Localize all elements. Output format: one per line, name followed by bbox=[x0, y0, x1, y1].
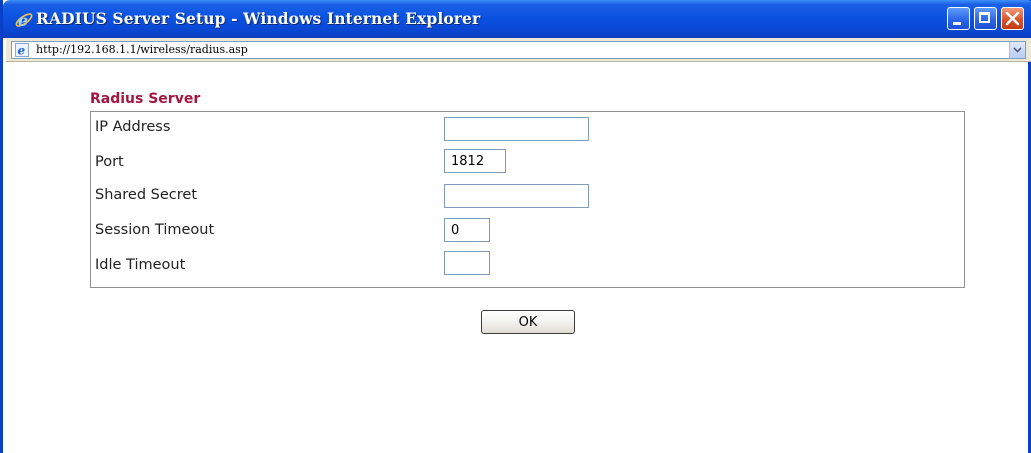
window-title: RADIUS Server Setup - Windows Internet E… bbox=[36, 9, 481, 28]
session-timeout-input[interactable] bbox=[444, 218, 490, 242]
ip-address-input[interactable] bbox=[444, 117, 589, 141]
port-input[interactable] bbox=[444, 149, 506, 173]
close-icon bbox=[1005, 11, 1020, 26]
shared-secret-input[interactable] bbox=[444, 184, 589, 208]
internet-explorer-icon: e bbox=[15, 11, 33, 30]
title-bar[interactable]: e RADIUS Server Setup - Windows Internet… bbox=[3, 0, 1031, 38]
url-text: http://192.168.1.1/wireless/radius.asp bbox=[36, 43, 248, 56]
maximize-button[interactable] bbox=[974, 7, 997, 30]
svg-text:e: e bbox=[18, 44, 26, 58]
svg-text:e: e bbox=[18, 11, 28, 30]
minimize-button[interactable] bbox=[947, 7, 970, 30]
chevron-down-icon bbox=[1013, 47, 1022, 53]
address-bar: e http://192.168.1.1/wireless/radius.asp bbox=[6, 38, 1031, 62]
address-field[interactable]: e http://192.168.1.1/wireless/radius.asp bbox=[11, 41, 1026, 59]
ie-page-icon: e bbox=[15, 43, 29, 57]
section-title: Radius Server bbox=[90, 91, 201, 107]
shared-secret-label: Shared Secret bbox=[95, 187, 198, 203]
idle-timeout-input[interactable] bbox=[444, 251, 490, 275]
session-timeout-label: Session Timeout bbox=[95, 222, 215, 238]
ok-button[interactable]: OK bbox=[481, 310, 575, 334]
ip-address-label: IP Address bbox=[95, 119, 171, 135]
port-label: Port bbox=[95, 154, 124, 170]
idle-timeout-label: Idle Timeout bbox=[95, 257, 186, 273]
address-dropdown-button[interactable] bbox=[1009, 42, 1025, 58]
close-button[interactable] bbox=[1001, 7, 1024, 30]
